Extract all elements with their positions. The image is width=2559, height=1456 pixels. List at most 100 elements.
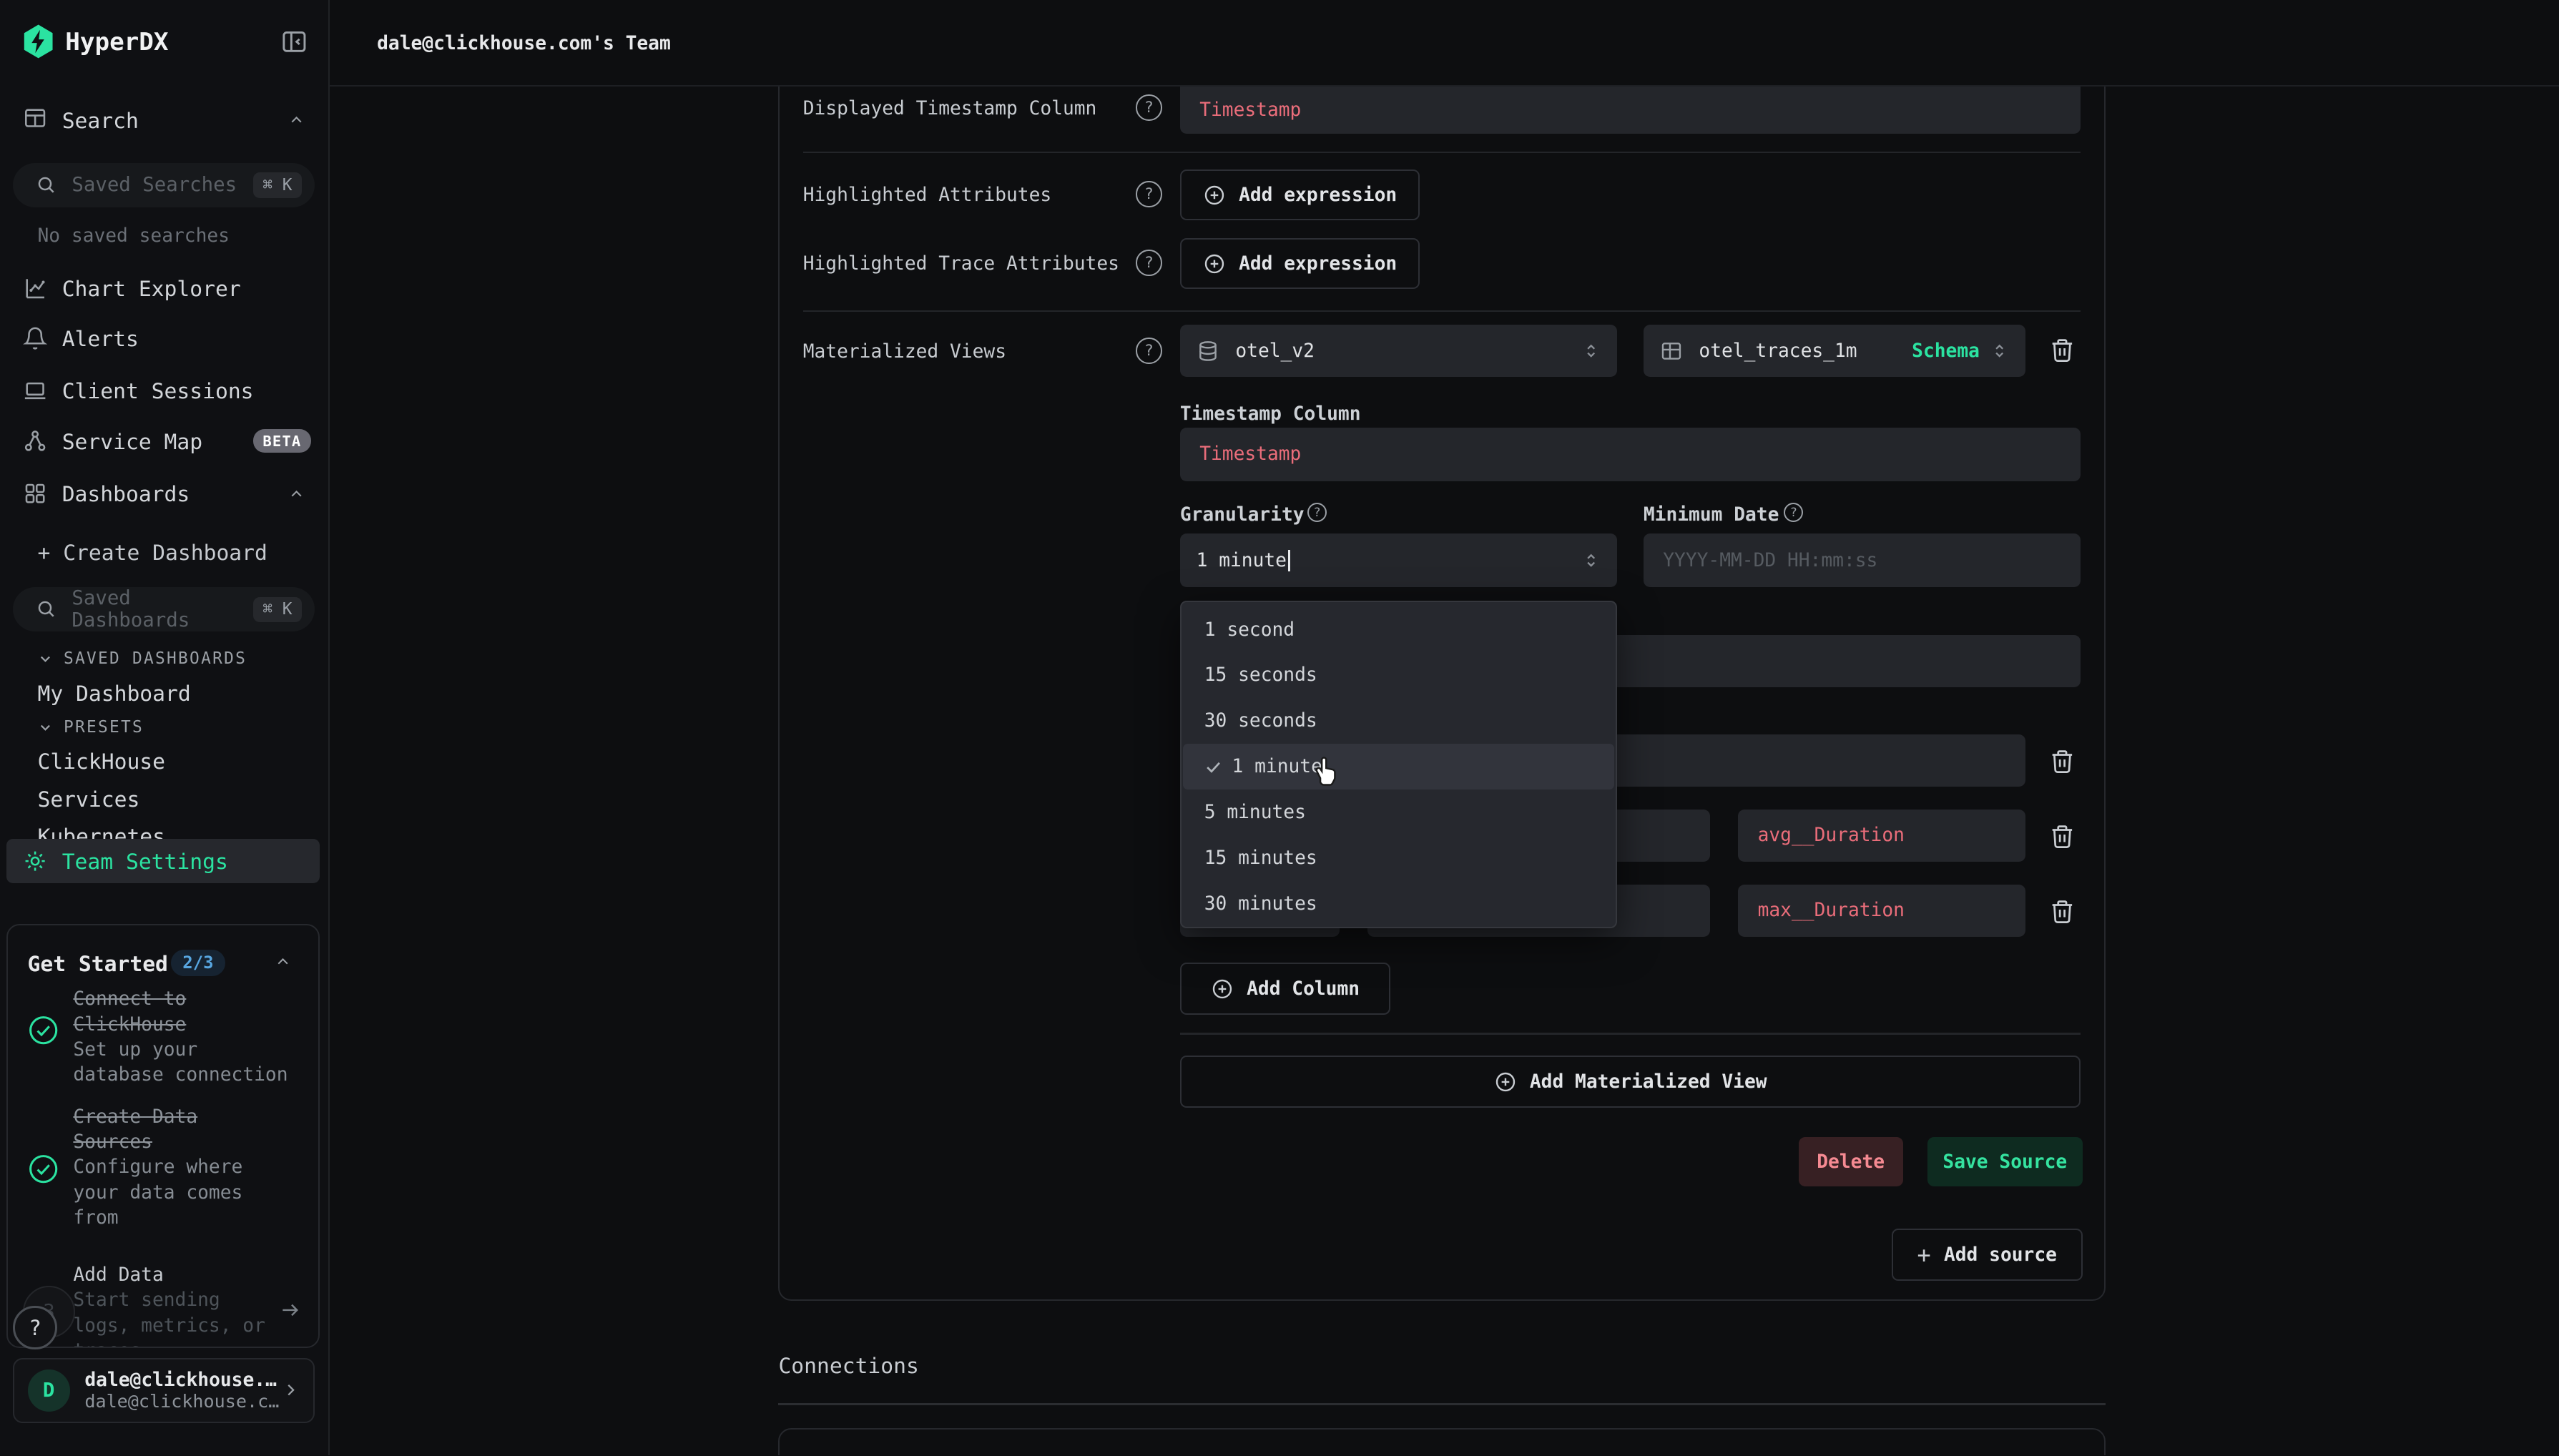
sidebar-item-dashboards[interactable]: Dashboards xyxy=(62,481,190,506)
table-select[interactable]: otel_traces_1m Schema xyxy=(1644,325,2025,377)
add-materialized-view-button[interactable]: Add Materialized View xyxy=(1180,1056,2081,1108)
granularity-value: 1 minute xyxy=(1197,550,1287,571)
chevron-up-icon[interactable] xyxy=(274,953,292,970)
sidebar-item-client-sessions[interactable]: Client Sessions xyxy=(62,378,254,403)
get-started-panel: Get Started 2/3 Connect to ClickHouse Se… xyxy=(6,924,320,1348)
add-expression-label: Add expression xyxy=(1239,253,1397,275)
displayed-timestamp-value: Timestamp xyxy=(1199,99,1301,121)
save-source-button[interactable]: Save Source xyxy=(1927,1137,2083,1186)
gear-icon xyxy=(23,849,47,873)
create-dashboard-button[interactable]: + Create Dashboard xyxy=(37,540,267,565)
sidebar: HyperDX Search Saved Searches ⌘ K No sav… xyxy=(0,0,330,1455)
database-select-value: otel_v2 xyxy=(1235,340,1315,362)
saved-searches-placeholder: Saved Searches xyxy=(72,174,252,196)
chevron-up-icon[interactable] xyxy=(288,485,305,503)
chevron-right-icon xyxy=(281,1380,300,1400)
add-expression-label: Add expression xyxy=(1239,185,1397,206)
search-icon xyxy=(36,174,57,196)
top-bar: dale@clickhouse.com's Team xyxy=(330,0,2559,87)
check-circle-icon xyxy=(28,1015,59,1046)
check-circle-icon xyxy=(28,1154,59,1184)
step-title: Add Data xyxy=(73,1263,265,1288)
sidebar-item-clickhouse[interactable]: ClickHouse xyxy=(37,749,165,774)
saved-dashboards-input[interactable]: Saved Dashboards ⌘ K xyxy=(13,587,315,631)
help-icon[interactable]: ? xyxy=(1136,94,1162,121)
delete-column-icon[interactable] xyxy=(2048,747,2076,775)
timestamp-column-input[interactable]: Timestamp xyxy=(1180,428,2081,481)
minimum-date-input[interactable]: YYYY-MM-DD HH:mm:ss xyxy=(1644,533,2081,587)
get-started-step[interactable]: Add Data Start sending logs, metrics, or… xyxy=(73,1263,265,1348)
option-label: 5 minutes xyxy=(1204,802,1306,823)
dropdown-option[interactable]: 5 minutes xyxy=(1182,790,1616,835)
help-icon[interactable]: ? xyxy=(1136,181,1162,207)
search-nav-icon xyxy=(23,106,47,130)
avatar: D xyxy=(28,1369,70,1412)
delete-materialized-view-icon[interactable] xyxy=(2048,336,2076,364)
table-icon xyxy=(1660,340,1683,363)
user-menu[interactable]: D dale@clickhouse.… dale@clickhouse.c… xyxy=(13,1358,315,1423)
plus-icon: + xyxy=(1917,1241,1930,1269)
team-settings-label: Team Settings xyxy=(62,849,228,874)
displayed-timestamp-input[interactable]: Timestamp xyxy=(1180,87,2081,134)
chevron-up-icon[interactable] xyxy=(288,111,305,129)
avatar-initial: D xyxy=(43,1379,54,1402)
sidebar-item-my-dashboard[interactable]: My Dashboard xyxy=(37,681,190,706)
check-icon xyxy=(1204,758,1222,776)
dropdown-option[interactable]: 15 minutes xyxy=(1182,835,1616,881)
dropdown-option[interactable]: 1 second xyxy=(1182,607,1616,653)
plus-circle-icon xyxy=(1203,252,1226,275)
get-started-step[interactable]: Create Data Sources Configure where your… xyxy=(73,1105,242,1231)
dropdown-option[interactable]: 30 minutes xyxy=(1182,881,1616,927)
table-select-value: otel_traces_1m xyxy=(1699,340,1857,362)
add-expression-button[interactable]: Add expression xyxy=(1180,238,1420,289)
timestamp-column-value: Timestamp xyxy=(1199,443,1301,465)
help-button[interactable]: ? xyxy=(13,1306,57,1350)
chevron-down-icon[interactable] xyxy=(37,719,54,736)
kbd-shortcut: ⌘ K xyxy=(253,172,303,197)
delete-label: Delete xyxy=(1817,1151,1885,1173)
section-presets[interactable]: PRESETS xyxy=(64,718,144,737)
step-desc: database connection xyxy=(73,1063,288,1088)
granularity-select[interactable]: 1 minute xyxy=(1180,533,1618,587)
add-expression-button[interactable]: Add expression xyxy=(1180,169,1420,220)
delete-column-icon[interactable] xyxy=(2048,897,2076,925)
user-name: dale@clickhouse.… xyxy=(84,1369,280,1391)
sidebar-item-chart-explorer[interactable]: Chart Explorer xyxy=(62,276,241,301)
help-icon[interactable]: ? xyxy=(1136,338,1162,364)
chevron-down-icon[interactable] xyxy=(37,651,54,667)
schema-link[interactable]: Schema xyxy=(1912,340,1980,362)
column-alias-input[interactable]: avg__Duration xyxy=(1738,810,2025,862)
sidebar-item-service-map[interactable]: Service Map xyxy=(62,429,202,454)
option-label: 30 minutes xyxy=(1204,893,1317,915)
delete-column-icon[interactable] xyxy=(2048,822,2076,850)
saved-searches-input[interactable]: Saved Searches ⌘ K xyxy=(13,163,315,207)
sidebar-item-services[interactable]: Services xyxy=(37,787,139,812)
sidebar-item-team-settings[interactable]: Team Settings xyxy=(6,839,320,883)
get-started-title: Get Started xyxy=(28,951,168,976)
delete-button[interactable]: Delete xyxy=(1799,1137,1903,1186)
sidebar-item-search[interactable]: Search xyxy=(62,108,139,133)
dropdown-option[interactable]: 30 seconds xyxy=(1182,698,1616,744)
step-title: Connect to xyxy=(73,987,288,1012)
section-saved-dashboards[interactable]: SAVED DASHBOARDS xyxy=(64,649,247,668)
alerts-bell-icon xyxy=(23,326,47,350)
plus-circle-icon xyxy=(1203,184,1226,207)
help-icon[interactable]: ? xyxy=(1136,250,1162,276)
collapse-sidebar-icon[interactable] xyxy=(280,28,308,56)
connections-title: Connections xyxy=(778,1353,918,1378)
column-alias-input[interactable]: max__Duration xyxy=(1738,885,2025,937)
beta-badge: BETA xyxy=(253,429,311,453)
add-column-button[interactable]: Add Column xyxy=(1180,963,1390,1015)
get-started-step[interactable]: Connect to ClickHouse Set up your databa… xyxy=(73,987,288,1088)
add-source-button[interactable]: + Add source xyxy=(1892,1229,2083,1281)
column-alias-value: avg__Duration xyxy=(1758,825,1905,846)
step-title: Create Data xyxy=(73,1105,242,1130)
app-logo-text: HyperDX xyxy=(65,28,168,56)
step-desc: traces xyxy=(73,1339,265,1348)
sidebar-item-alerts[interactable]: Alerts xyxy=(62,326,139,351)
database-select[interactable]: otel_v2 xyxy=(1180,325,1618,377)
chevron-updown-icon xyxy=(1990,341,2009,360)
add-column-label: Add Column xyxy=(1247,978,1360,1000)
dropdown-option[interactable]: 15 seconds xyxy=(1182,652,1616,698)
dropdown-option-selected[interactable]: 1 minute xyxy=(1183,744,1614,790)
